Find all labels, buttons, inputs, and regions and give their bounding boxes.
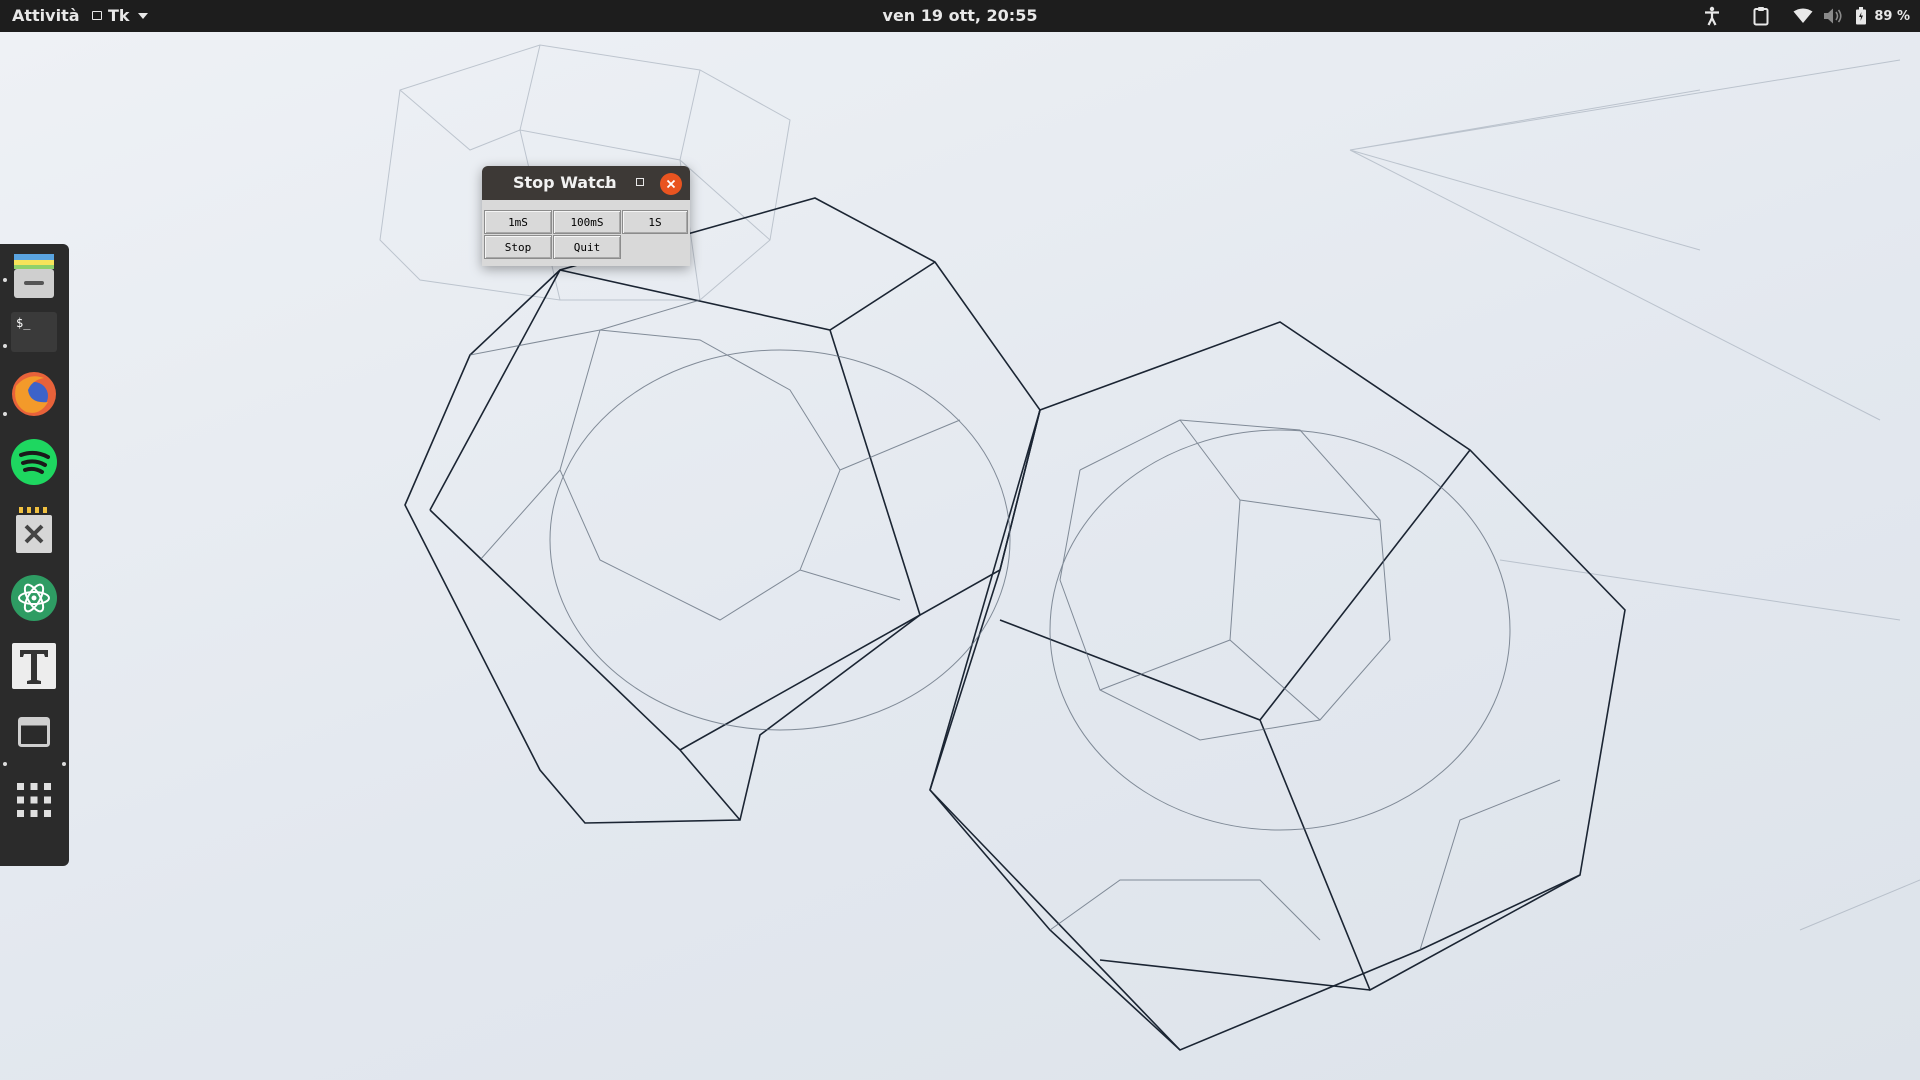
dock-item-x-app[interactable]	[8, 504, 60, 556]
app-menu[interactable]: Tk	[92, 6, 148, 25]
window-title: Stop Watch	[513, 173, 617, 192]
dock-item-atom[interactable]	[8, 572, 60, 624]
close-icon	[666, 179, 676, 189]
window-content: 1mS 100mS 1S Stop Quit	[482, 200, 690, 266]
window-icon	[92, 11, 102, 20]
dock-item-terminal[interactable]: $_	[8, 306, 60, 358]
svg-text:$_: $_	[16, 316, 31, 330]
stop-button[interactable]: Stop	[484, 235, 552, 259]
activities-button[interactable]: Attività	[12, 6, 80, 25]
dock-item-firefox[interactable]	[8, 368, 60, 420]
running-indicator	[3, 278, 7, 282]
x-app-icon	[16, 507, 52, 553]
interval-100ms-button[interactable]: 100mS	[553, 210, 621, 234]
running-indicator	[3, 344, 7, 348]
dock-item-files[interactable]	[8, 250, 60, 302]
volume-muted-icon[interactable]	[1818, 4, 1848, 28]
atom-icon	[11, 575, 57, 621]
accessibility-icon[interactable]	[1690, 4, 1734, 28]
firefox-icon	[12, 372, 56, 416]
interval-1s-button[interactable]: 1S	[622, 210, 688, 234]
interval-1ms-button[interactable]: 1mS	[484, 210, 552, 234]
top-bar: Attività Tk ven 19 ott, 20:55 89 %	[0, 0, 1920, 32]
window-titlebar[interactable]: Stop Watch	[482, 166, 690, 200]
text-editor-icon	[12, 643, 56, 689]
wallpaper-polyhedra	[379, 44, 1920, 1051]
stop-watch-window: Stop Watch 1mS 100mS 1S Stop Quit	[482, 166, 690, 266]
system-tray[interactable]: 89 %	[1690, 4, 1910, 28]
files-icon	[14, 254, 54, 298]
running-indicator	[62, 762, 66, 766]
quit-button[interactable]: Quit	[553, 235, 621, 259]
maximize-button[interactable]	[636, 178, 644, 186]
battery-percentage[interactable]: 89 %	[1874, 9, 1910, 24]
running-indicator	[3, 412, 7, 416]
close-button[interactable]	[660, 173, 682, 195]
clock[interactable]: ven 19 ott, 20:55	[883, 6, 1038, 25]
dock-item-text-editor[interactable]	[8, 640, 60, 692]
running-indicator	[3, 762, 7, 766]
desktop-wallpaper	[0, 32, 1920, 1080]
battery-icon[interactable]	[1848, 4, 1874, 28]
minimize-button[interactable]	[605, 178, 615, 188]
app-grid-icon	[17, 783, 51, 817]
spotify-icon	[11, 439, 57, 485]
terminal-icon: $_	[11, 312, 57, 352]
clipboard-icon[interactable]	[1734, 4, 1788, 28]
dock-item-tk-window[interactable]	[8, 706, 60, 758]
wifi-icon[interactable]	[1788, 4, 1818, 28]
chevron-down-icon	[137, 12, 148, 19]
dock-item-spotify[interactable]	[8, 436, 60, 488]
show-applications-button[interactable]	[8, 774, 60, 826]
dock: $_	[0, 244, 69, 866]
app-menu-label: Tk	[108, 6, 130, 25]
window-icon	[18, 717, 50, 747]
